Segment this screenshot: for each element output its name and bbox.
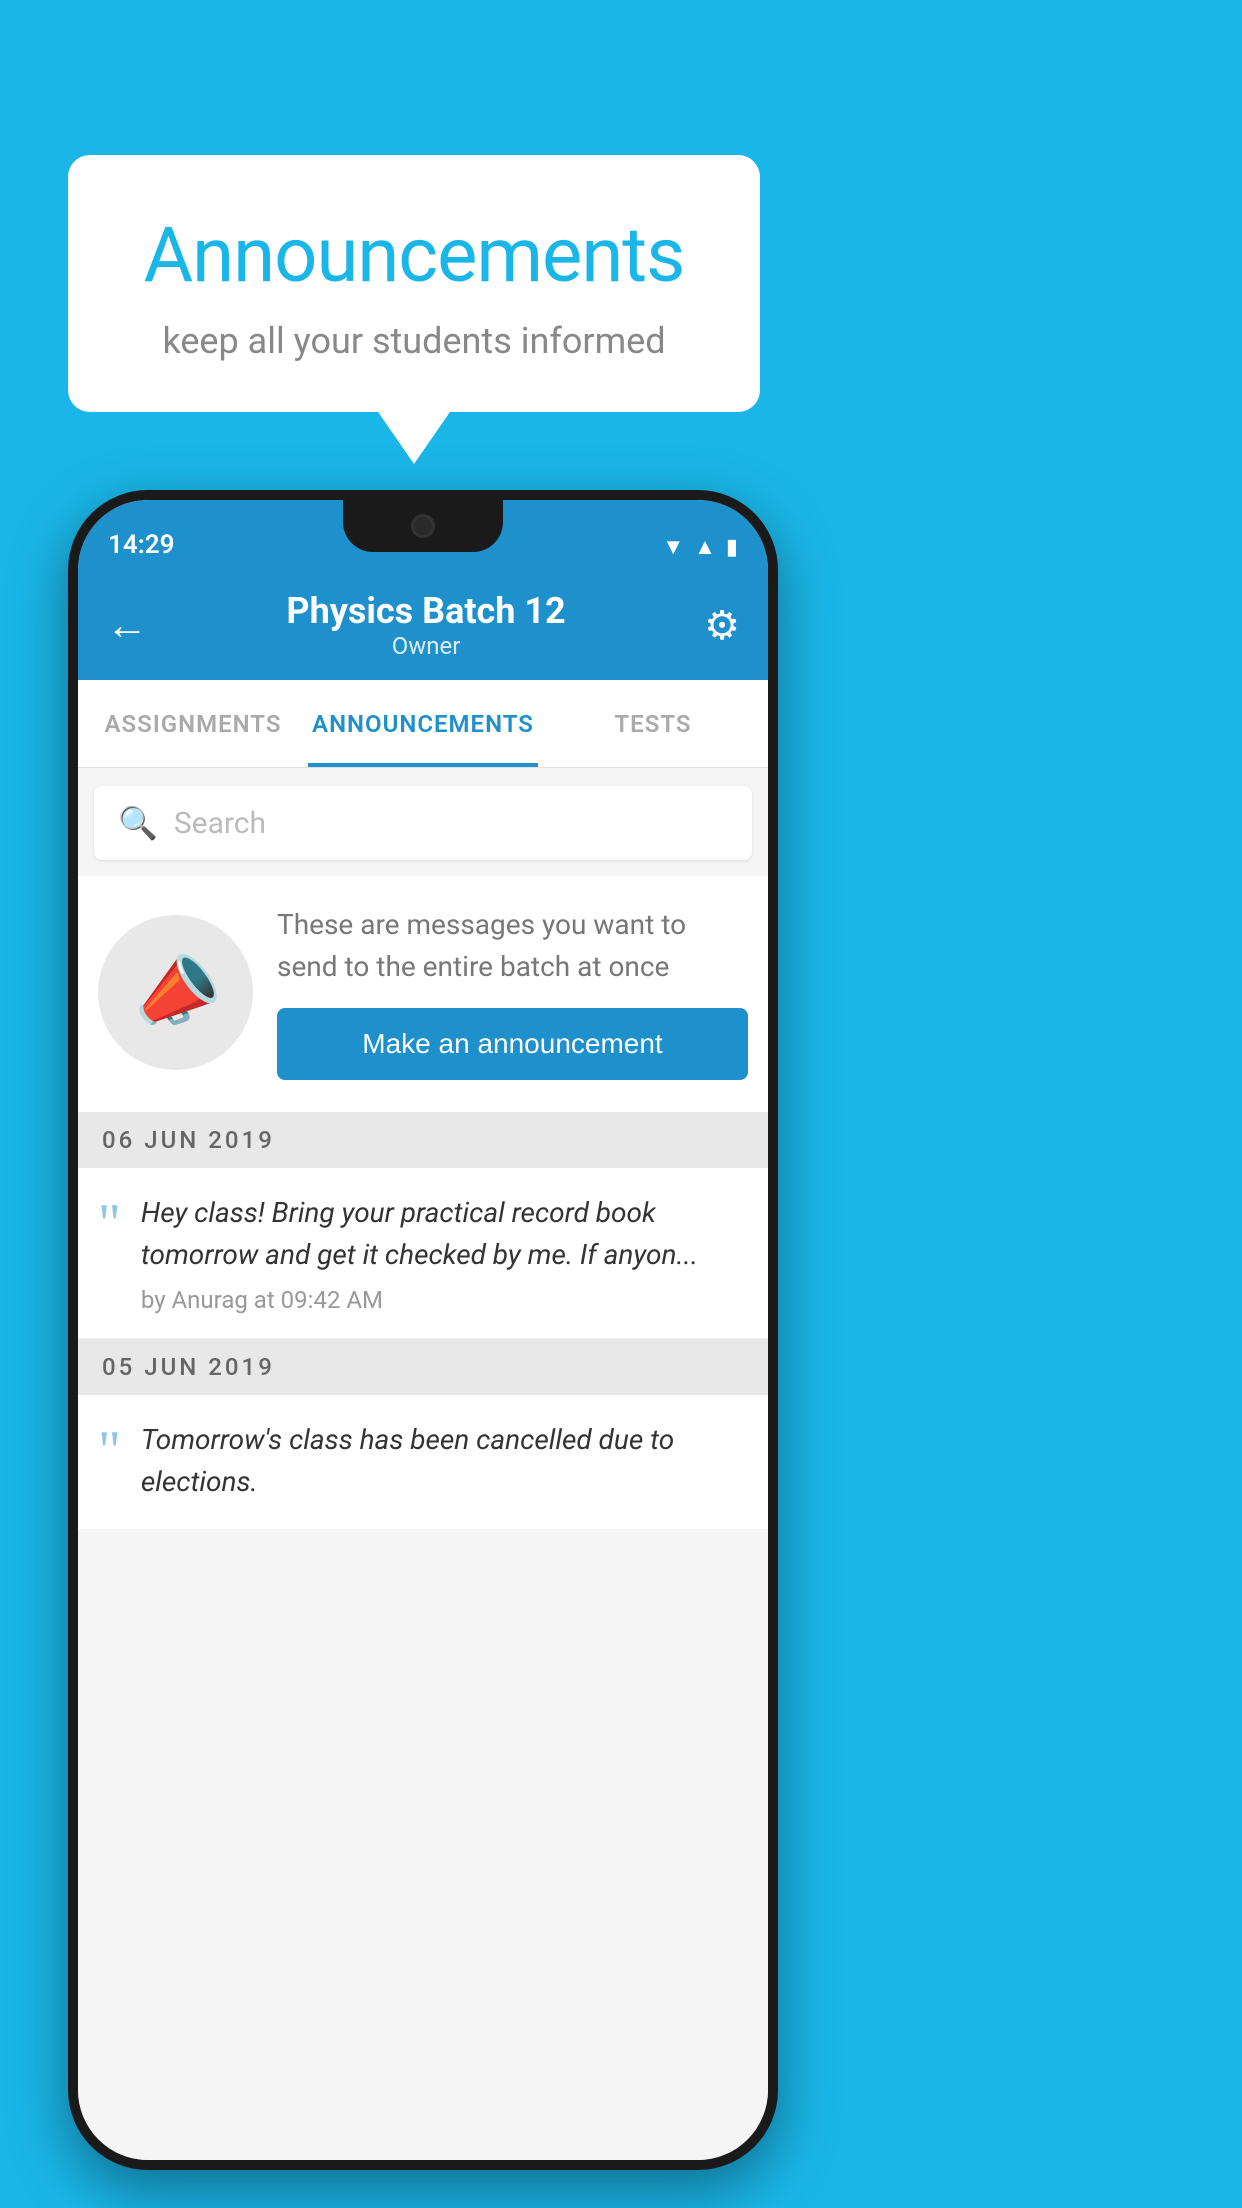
date-divider-2: 05 JUN 2019 bbox=[78, 1339, 768, 1395]
back-button[interactable]: ← bbox=[106, 601, 148, 650]
announcement-text-2: Tomorrow's class has been cancelled due … bbox=[141, 1419, 744, 1503]
promo-right: These are messages you want to send to t… bbox=[277, 904, 748, 1080]
announcement-content-1: Hey class! Bring your practical record b… bbox=[141, 1192, 744, 1314]
search-placeholder: Search bbox=[174, 806, 266, 841]
promo-area: 📣 These are messages you want to send to… bbox=[78, 876, 768, 1112]
announcement-item-2[interactable]: " Tomorrow's class has been cancelled du… bbox=[78, 1395, 768, 1529]
app-bar-center: Physics Batch 12 Owner bbox=[286, 590, 565, 660]
signal-icon: ▲ bbox=[694, 534, 716, 560]
promo-icon-circle: 📣 bbox=[98, 915, 253, 1070]
status-icons: ▼ ▲ ▮ bbox=[662, 534, 738, 560]
speech-bubble-subtitle: keep all your students informed bbox=[128, 320, 700, 362]
speech-bubble-title: Announcements bbox=[128, 210, 700, 300]
announcement-content-2: Tomorrow's class has been cancelled due … bbox=[141, 1419, 744, 1513]
announcement-meta-1: by Anurag at 09:42 AM bbox=[141, 1286, 744, 1314]
status-time: 14:29 bbox=[108, 530, 175, 560]
tab-assignments[interactable]: ASSIGNMENTS bbox=[78, 680, 308, 767]
settings-icon[interactable]: ⚙ bbox=[704, 602, 740, 649]
search-icon: 🔍 bbox=[118, 804, 158, 842]
phone-device: 14:29 ▼ ▲ ▮ ← Physics Batch 12 Owner ⚙ bbox=[68, 490, 778, 2180]
phone-screen: 14:29 ▼ ▲ ▮ ← Physics Batch 12 Owner ⚙ bbox=[78, 500, 768, 2160]
phone-notch bbox=[343, 500, 503, 552]
tab-bar: ASSIGNMENTS ANNOUNCEMENTS TESTS bbox=[78, 680, 768, 768]
announcement-text-1: Hey class! Bring your practical record b… bbox=[141, 1192, 744, 1276]
front-camera bbox=[411, 514, 435, 538]
content-area: 🔍 Search 📣 These are messages you want t… bbox=[78, 768, 768, 2160]
promo-description: These are messages you want to send to t… bbox=[277, 904, 748, 988]
speech-bubble-card: Announcements keep all your students inf… bbox=[68, 155, 760, 412]
app-bar-title: Physics Batch 12 bbox=[286, 590, 565, 632]
battery-icon: ▮ bbox=[726, 535, 738, 560]
megaphone-icon: 📣 bbox=[121, 939, 230, 1044]
speech-bubble-section: Announcements keep all your students inf… bbox=[68, 155, 760, 412]
quote-icon: " bbox=[98, 1196, 121, 1252]
date-divider-1: 06 JUN 2019 bbox=[78, 1112, 768, 1168]
app-bar: ← Physics Batch 12 Owner ⚙ bbox=[78, 570, 768, 680]
app-bar-subtitle: Owner bbox=[286, 632, 565, 660]
wifi-icon: ▼ bbox=[662, 534, 684, 560]
search-bar[interactable]: 🔍 Search bbox=[94, 786, 752, 860]
quote-icon-2: " bbox=[98, 1423, 121, 1479]
tab-announcements[interactable]: ANNOUNCEMENTS bbox=[308, 680, 538, 767]
announcement-item-1[interactable]: " Hey class! Bring your practical record… bbox=[78, 1168, 768, 1339]
tab-tests[interactable]: TESTS bbox=[538, 680, 768, 767]
make-announcement-button[interactable]: Make an announcement bbox=[277, 1008, 748, 1080]
phone-frame: 14:29 ▼ ▲ ▮ ← Physics Batch 12 Owner ⚙ bbox=[68, 490, 778, 2170]
